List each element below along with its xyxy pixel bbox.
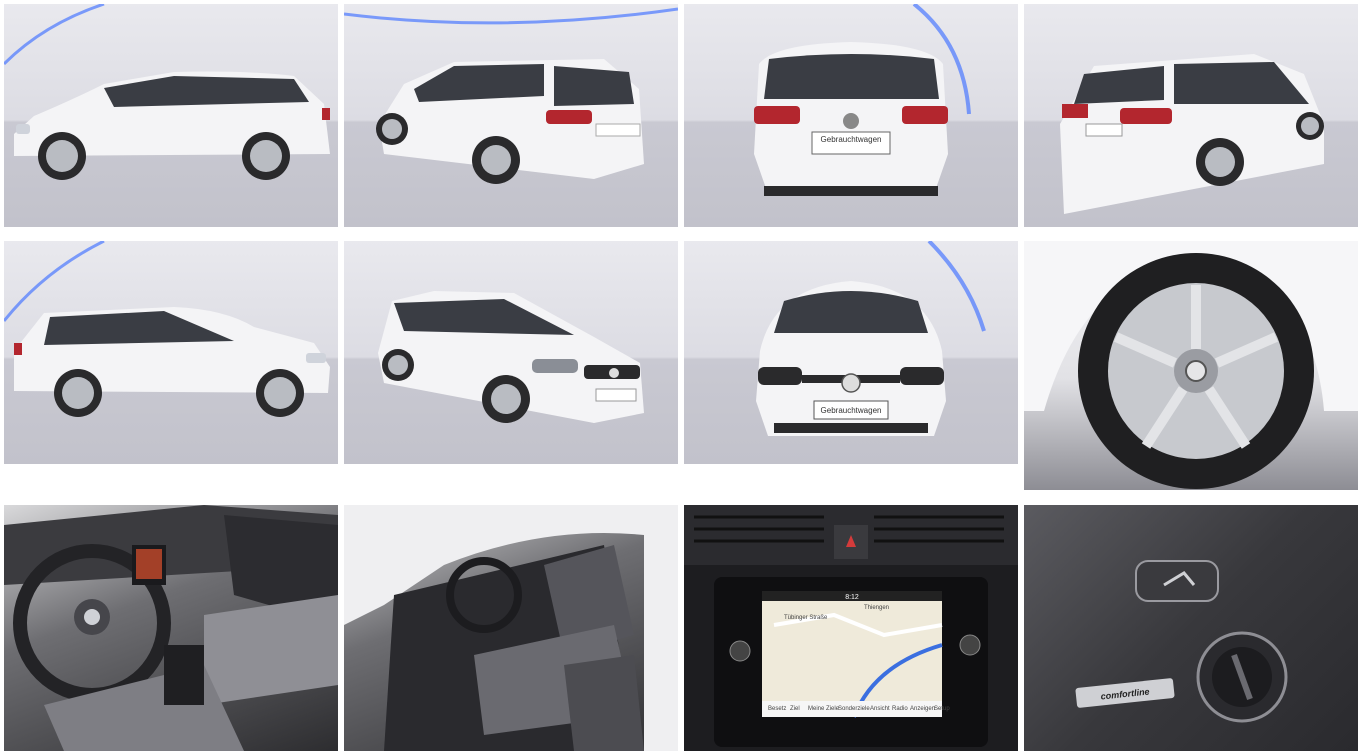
gallery-image-front-three-quarter[interactable] [344, 241, 678, 464]
rear-plate-text: Gebrauchtwagen [821, 135, 882, 144]
interior-seats-photo [344, 505, 678, 751]
wheel-closeup-photo [1024, 241, 1358, 489]
gallery-image-rear-three-quarter-left[interactable] [344, 4, 678, 227]
gallery-image-side-left[interactable] [4, 4, 338, 227]
car-front-photo: Gebrauchtwagen [756, 241, 986, 436]
gallery-image-infotainment-screen[interactable]: 8:12 Tübinger Straße Thiengen Besetz Zie… [684, 505, 1018, 751]
interior-dashboard-photo [4, 505, 338, 751]
gallery-image-interior-seats[interactable] [344, 505, 678, 751]
infotainment-screen-photo: 8:12 Tübinger Straße Thiengen Besetz Zie… [684, 505, 1018, 747]
nav-menu-item: Sonderziele [838, 706, 870, 712]
gallery-image-wheel-closeup[interactable] [1024, 241, 1358, 490]
car-side-left-photo [4, 4, 330, 180]
seat-control-panel-photo: comfortline [1075, 560, 1288, 723]
nav-menu-item: Setup [934, 706, 950, 712]
front-plate-text: Gebrauchtwagen [821, 406, 882, 415]
car-side-right-photo [4, 241, 330, 417]
car-rear-three-quarter-left-photo [344, 7, 678, 184]
gallery-image-seat-control-panel[interactable]: comfortline [1024, 505, 1358, 751]
car-rear-photo: Gebrauchtwagen [754, 4, 971, 196]
nav-time: 8:12 [845, 594, 859, 601]
nav-menu-item: Radio [892, 706, 908, 712]
gallery-image-front[interactable]: Gebrauchtwagen [684, 241, 1018, 464]
nav-menu-item: Anzeigen [910, 706, 935, 712]
gallery-image-side-right[interactable] [4, 241, 338, 464]
nav-street-label: Tübinger Straße [784, 615, 828, 621]
nav-menu-item: Besetz [768, 706, 786, 712]
nav-menu-item: Meine Ziele [808, 706, 840, 712]
gallery-image-rear-three-quarter-right[interactable] [1024, 4, 1358, 227]
car-front-three-quarter-photo [378, 291, 644, 423]
nav-menu-item: Ansicht [870, 706, 890, 712]
nav-city-label: Thiengen [864, 605, 889, 611]
nav-menu-item: Ziel [790, 706, 800, 712]
gallery-image-rear[interactable]: Gebrauchtwagen [684, 4, 1018, 227]
image-gallery: Gebrauchtwagen Gebrauchtwagen 8:12 Tübin… [0, 0, 1365, 751]
car-rear-three-quarter-right-photo [1060, 54, 1324, 214]
gallery-image-interior-dashboard[interactable] [4, 505, 338, 751]
